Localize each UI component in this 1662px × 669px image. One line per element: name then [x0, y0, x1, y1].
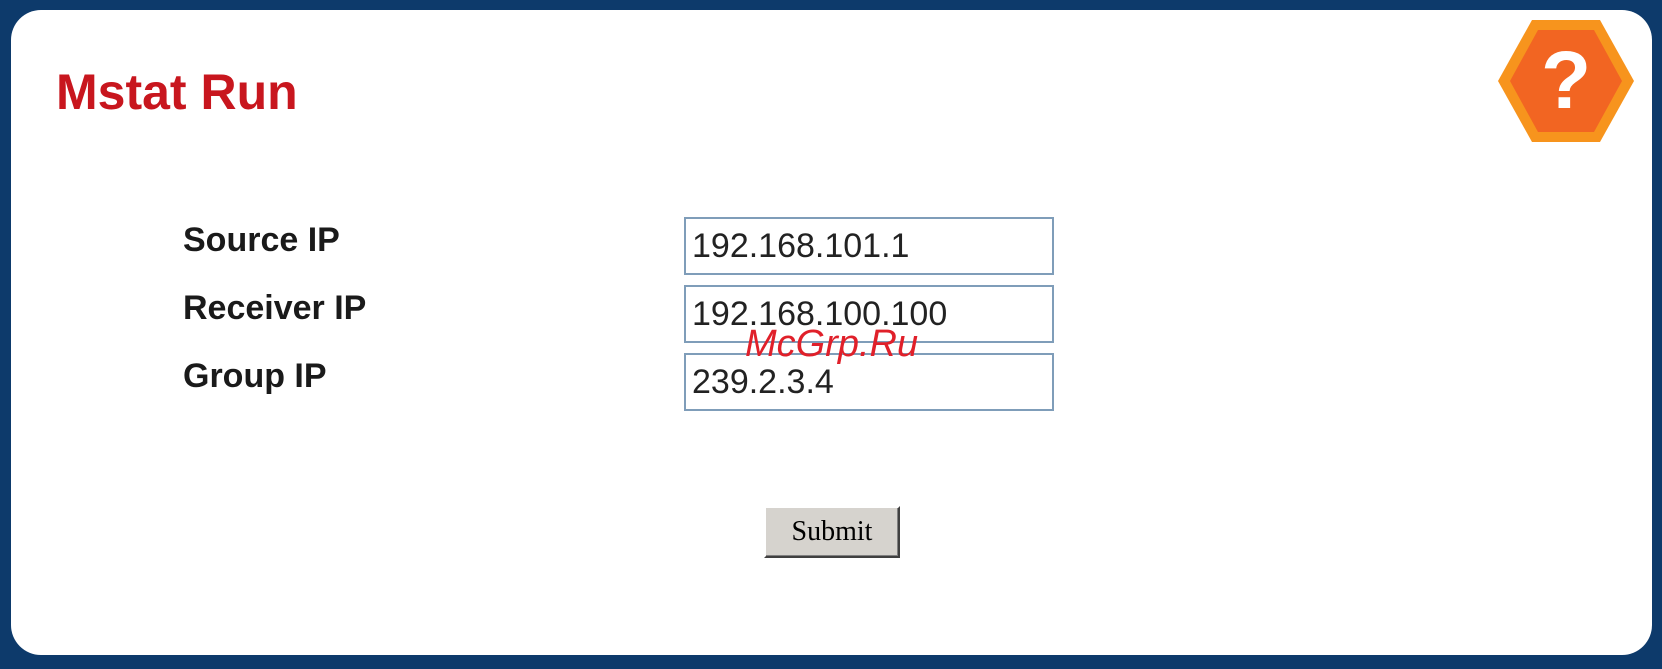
submit-button[interactable]: Submit — [764, 506, 900, 558]
source-ip-label: Source IP — [183, 221, 340, 259]
question-mark-hexagon-icon: ? — [1498, 20, 1634, 142]
page-title: Mstat Run — [56, 64, 298, 120]
help-button[interactable]: ? — [1496, 16, 1636, 146]
group-ip-input[interactable] — [684, 353, 1054, 411]
help-glyph: ? — [1541, 35, 1591, 126]
receiver-ip-label: Receiver IP — [183, 289, 367, 327]
receiver-ip-input[interactable] — [684, 285, 1054, 343]
source-ip-input[interactable] — [684, 217, 1054, 275]
group-ip-label: Group IP — [183, 357, 327, 395]
main-panel: Mstat Run ? Source IP Receiver IP Group … — [11, 10, 1652, 655]
